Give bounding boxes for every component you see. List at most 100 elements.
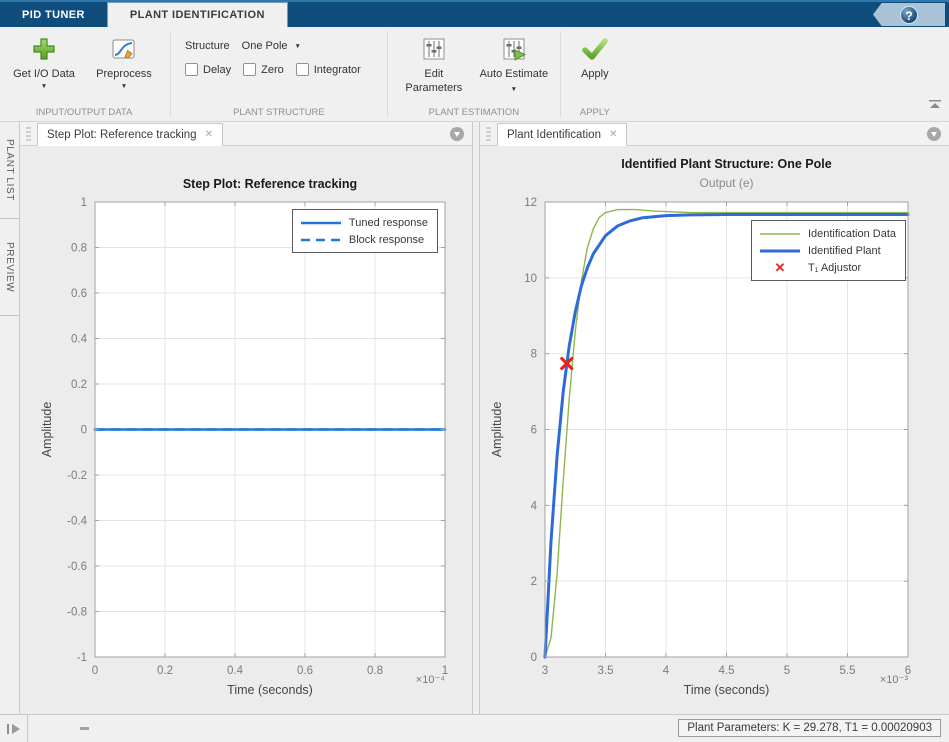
- svg-text:5.5: 5.5: [840, 665, 856, 677]
- svg-text:5: 5: [784, 665, 790, 677]
- group-label-plant-structure: PLANT STRUCTURE: [173, 107, 385, 118]
- edit-parameters-button[interactable]: Edit Parameters: [394, 27, 474, 105]
- svg-text:0.8: 0.8: [71, 243, 87, 255]
- drag-handle[interactable]: [26, 127, 31, 141]
- document-area: PLANT LIST PREVIEW Step Plot: Reference …: [0, 122, 949, 714]
- drag-handle[interactable]: [486, 127, 491, 141]
- panel-splitter[interactable]: [472, 122, 480, 714]
- sliders-icon: [421, 34, 447, 64]
- svg-text:-0.8: -0.8: [67, 607, 87, 619]
- preprocess-icon: [111, 34, 137, 64]
- get-io-data-label: Get I/O Data: [13, 67, 75, 81]
- structure-label: Structure: [185, 40, 230, 52]
- toolstrip-tab-bar: PID TUNER PLANT IDENTIFICATION ?: [0, 0, 949, 27]
- toolstrip: Get I/O Data ▼ Preprocess ▼ INPUT/OUTPUT…: [0, 27, 949, 122]
- plant-plot-title: Identified Plant Structure: One Pole: [545, 157, 908, 171]
- svg-text:Time (seconds): Time (seconds): [684, 683, 770, 697]
- dropdown-arrow-icon: ▼: [121, 83, 127, 90]
- zero-checkbox-label[interactable]: Zero: [261, 64, 284, 76]
- plant-identification-tabbar: Plant Identification ✕: [480, 122, 949, 146]
- rail-tab-preview[interactable]: PREVIEW: [0, 219, 19, 316]
- add-data-icon: [31, 34, 57, 64]
- zero-checkbox[interactable]: [243, 63, 256, 76]
- legend-line-sample: [759, 247, 801, 255]
- svg-text:2: 2: [531, 576, 537, 588]
- svg-text:Time (seconds): Time (seconds): [227, 683, 313, 697]
- chevron-down-icon[interactable]: ▼: [295, 43, 301, 50]
- svg-text:3.5: 3.5: [598, 665, 614, 677]
- step-plot-title: Step Plot: Reference tracking: [95, 177, 445, 191]
- x-axis-exponent: ×10⁻⁴: [416, 673, 445, 686]
- tab-plant-identification-doc[interactable]: Plant Identification ✕: [497, 123, 627, 146]
- tab-step-plot[interactable]: Step Plot: Reference tracking ✕: [37, 123, 223, 146]
- preprocess-label: Preprocess: [96, 67, 152, 81]
- svg-text:4.5: 4.5: [719, 665, 735, 677]
- panel-options-button[interactable]: [927, 127, 941, 141]
- preprocess-button[interactable]: Preprocess ▼: [84, 27, 164, 105]
- step-plot-figure: 00.20.40.60.81-1-0.8-0.6-0.4-0.200.20.40…: [20, 146, 472, 714]
- expand-panel-icon[interactable]: [0, 715, 28, 742]
- group-label-apply: APPLY: [563, 107, 627, 118]
- svg-text:6: 6: [531, 425, 537, 437]
- svg-text:10: 10: [524, 273, 537, 285]
- edit-parameters-label: Edit Parameters: [400, 67, 468, 95]
- svg-text:Amplitude: Amplitude: [40, 402, 54, 458]
- svg-text:0.6: 0.6: [297, 665, 313, 677]
- svg-text:0.8: 0.8: [367, 665, 383, 677]
- help-icon: ?: [900, 6, 918, 24]
- step-plot-legend[interactable]: Tuned response Block response: [292, 209, 438, 253]
- legend-entry: Identified Plant: [759, 242, 896, 259]
- svg-text:-1: -1: [77, 652, 87, 664]
- collapse-toolstrip-button[interactable]: [929, 96, 941, 114]
- apply-button[interactable]: Apply: [567, 27, 623, 105]
- svg-text:0: 0: [81, 425, 87, 437]
- plant-plot-legend[interactable]: Identification Data Identified Plant ✕ T…: [751, 220, 906, 281]
- tab-plant-identification-label: Plant Identification: [507, 129, 601, 141]
- left-rail: PLANT LIST PREVIEW: [0, 122, 20, 714]
- svg-text:0.2: 0.2: [71, 379, 87, 391]
- plant-identification-panel: Plant Identification ✕ 33.544.555.560246…: [480, 122, 949, 714]
- auto-estimate-icon: [501, 34, 527, 64]
- panel-options-button[interactable]: [450, 127, 464, 141]
- legend-line-sample: [300, 236, 342, 244]
- structure-dropdown[interactable]: One Pole: [242, 40, 288, 52]
- group-label-plant-estimation: PLANT ESTIMATION: [390, 107, 558, 118]
- group-input-output-data: Get I/O Data ▼ Preprocess ▼ INPUT/OUTPUT…: [0, 27, 168, 121]
- step-plot-tabbar: Step Plot: Reference tracking ✕: [20, 122, 472, 146]
- help-button[interactable]: ?: [873, 3, 945, 26]
- tab-plant-identification[interactable]: PLANT IDENTIFICATION: [107, 2, 288, 27]
- legend-entry: ✕ T₁ Adjustor: [759, 259, 896, 276]
- tab-pid-tuner[interactable]: PID TUNER: [0, 2, 107, 27]
- status-bar: Plant Parameters: K = 29.278, T1 = 0.000…: [0, 714, 949, 742]
- get-io-data-button[interactable]: Get I/O Data ▼: [4, 27, 84, 105]
- apply-check-icon: [581, 34, 609, 64]
- tab-step-plot-label: Step Plot: Reference tracking: [47, 129, 197, 141]
- auto-estimate-button[interactable]: Auto Estimate ▼: [474, 27, 554, 105]
- integrator-checkbox[interactable]: [296, 63, 309, 76]
- svg-text:4: 4: [531, 500, 538, 512]
- close-icon[interactable]: ✕: [609, 129, 617, 140]
- integrator-checkbox-label[interactable]: Integrator: [314, 64, 361, 76]
- delay-checkbox[interactable]: [185, 63, 198, 76]
- legend-line-sample: [300, 219, 342, 227]
- plant-parameters-status: Plant Parameters: K = 29.278, T1 = 0.000…: [678, 719, 941, 737]
- dropdown-arrow-icon: ▼: [511, 86, 517, 93]
- close-icon[interactable]: ✕: [205, 129, 213, 140]
- dropdown-arrow-icon: ▼: [41, 83, 47, 90]
- svg-text:0.6: 0.6: [71, 288, 87, 300]
- plant-identification-figure: 33.544.555.56024681012Time (seconds)Ampl…: [480, 146, 949, 714]
- chevron-down-icon: [454, 132, 460, 137]
- status-handle: [80, 727, 89, 730]
- step-plot-panel: Step Plot: Reference tracking ✕ 00.20.40…: [20, 122, 472, 714]
- chevron-down-icon: [931, 132, 937, 137]
- svg-text:0: 0: [531, 652, 537, 664]
- legend-entry: Tuned response: [300, 214, 428, 231]
- svg-text:3: 3: [542, 665, 548, 677]
- delay-checkbox-label[interactable]: Delay: [203, 64, 231, 76]
- legend-entry: Block response: [300, 231, 428, 248]
- svg-text:4: 4: [663, 665, 670, 677]
- x-axis-exponent: ×10⁻³: [880, 673, 908, 686]
- svg-text:1: 1: [81, 197, 87, 209]
- group-plant-estimation: Edit Parameters Auto Estimate ▼ PLANT ES…: [390, 27, 558, 121]
- rail-tab-plant-list[interactable]: PLANT LIST: [0, 122, 19, 219]
